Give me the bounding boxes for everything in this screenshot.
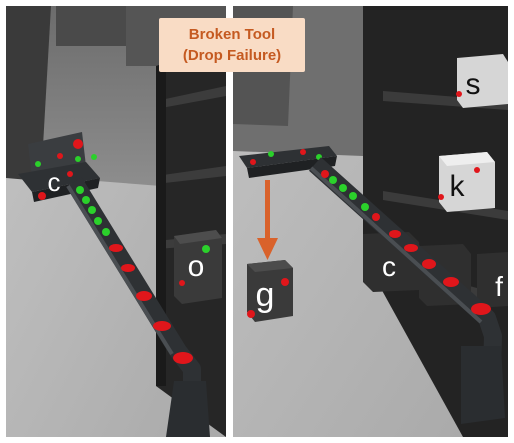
letter-cube: o xyxy=(174,230,222,304)
caption-subtitle: (Drop Failure) xyxy=(182,47,282,64)
letter-cube: f xyxy=(477,252,508,308)
cube-letter-o: o xyxy=(188,250,205,283)
cube-letter-s: s xyxy=(466,68,481,101)
cube-letter-c: c xyxy=(382,251,396,282)
cube-letter-c: c xyxy=(48,167,61,197)
cube-letter-k: k xyxy=(450,170,466,203)
caption-title: Broken Tool xyxy=(188,26,276,43)
cube-letter-g: g xyxy=(256,276,275,314)
cube-letter-f: f xyxy=(495,271,503,302)
caption-label: Broken Tool (Drop Failure) xyxy=(159,18,305,72)
letter-cube: s xyxy=(456,54,508,108)
letter-cube: k xyxy=(438,152,495,212)
dropped-letter-cube: g xyxy=(247,260,293,322)
